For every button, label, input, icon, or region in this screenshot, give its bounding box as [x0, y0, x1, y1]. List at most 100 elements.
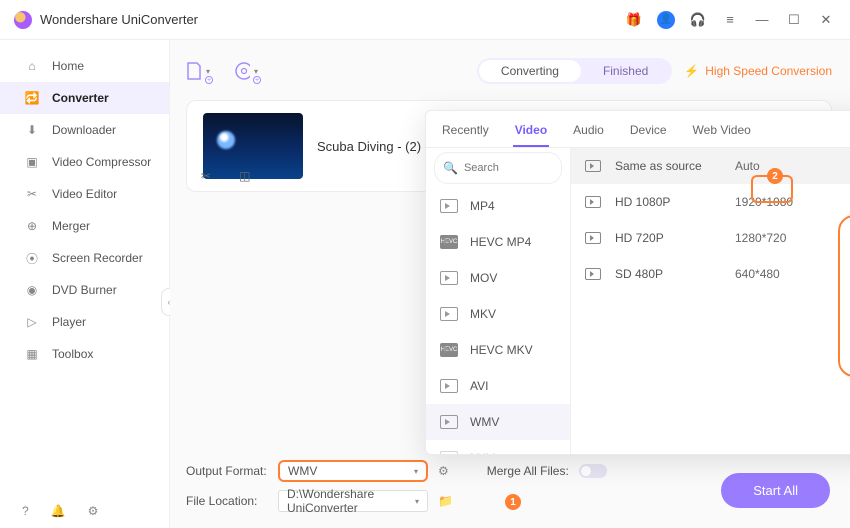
open-folder-icon[interactable]: 📁 — [438, 494, 453, 508]
sidebar-item-label: Downloader — [52, 123, 116, 137]
format-icon — [440, 199, 458, 213]
format-popup: Recently Video Audio Device Web Video 🔍 … — [425, 110, 850, 455]
status-segment: Converting Finished — [477, 58, 672, 84]
tab-web-video[interactable]: Web Video — [691, 119, 753, 147]
main-panel: +▾ +▾ Converting Finished ⚡High Speed Co… — [170, 40, 850, 528]
output-format-label: Output Format: — [186, 464, 268, 478]
annotation-1: 1 — [505, 494, 521, 510]
resolution-icon — [585, 268, 601, 280]
search-input[interactable] — [464, 162, 553, 174]
download-icon: ⬇ — [24, 122, 40, 138]
sidebar-item-recorder[interactable]: ⦿ Screen Recorder — [0, 242, 169, 274]
tab-recently[interactable]: Recently — [440, 119, 491, 147]
sidebar-item-label: Merger — [52, 219, 90, 233]
format-icon — [440, 415, 458, 429]
merge-icon: ⊕ — [24, 218, 40, 234]
resolution-same-as-source[interactable]: Same as sourceAuto✎ — [571, 148, 850, 184]
tab-device[interactable]: Device — [628, 119, 669, 147]
add-disc-button[interactable]: +▾ — [234, 59, 258, 83]
sidebar-item-label: Player — [52, 315, 86, 329]
format-mkv[interactable]: MKV — [426, 296, 570, 332]
tab-converting[interactable]: Converting — [479, 60, 581, 82]
format-search[interactable]: 🔍 — [434, 152, 562, 184]
sidebar-item-editor[interactable]: ✂ Video Editor — [0, 178, 169, 210]
sidebar-item-label: Toolbox — [52, 347, 93, 361]
format-mov[interactable]: MOV — [426, 260, 570, 296]
file-location-label: File Location: — [186, 494, 268, 508]
output-settings-icon[interactable]: ⚙ — [438, 464, 449, 478]
converter-icon: 🔁 — [24, 90, 40, 106]
bolt-icon: ⚡ — [684, 64, 699, 78]
tab-finished[interactable]: Finished — [581, 60, 670, 82]
close-icon[interactable]: ✕ — [816, 10, 836, 30]
format-m4v[interactable]: M4V — [426, 440, 570, 455]
record-icon: ⦿ — [24, 250, 40, 266]
sidebar-item-toolbox[interactable]: ▦ Toolbox — [0, 338, 169, 370]
format-icon — [440, 379, 458, 393]
toolbar: +▾ +▾ Converting Finished ⚡High Speed Co… — [186, 52, 832, 90]
sidebar-item-merger[interactable]: ⊕ Merger — [0, 210, 169, 242]
maximize-icon[interactable]: ☐ — [784, 10, 804, 30]
app-logo-icon — [14, 11, 32, 29]
file-location-select[interactable]: D:\Wondershare UniConverter▾ — [278, 490, 428, 512]
resolution-icon — [585, 232, 601, 244]
bell-icon[interactable]: 🔔 — [51, 504, 66, 518]
output-format-select[interactable]: WMV▾ — [278, 460, 428, 482]
chevron-down-icon: ▾ — [414, 467, 418, 476]
minimize-icon[interactable]: — — [752, 10, 772, 30]
sidebar-item-downloader[interactable]: ⬇ Downloader — [0, 114, 169, 146]
titlebar: Wondershare UniConverter 🎁 👤 🎧 ≡ — ☐ ✕ — [0, 0, 850, 40]
sidebar-item-home[interactable]: ⌂ Home — [0, 50, 169, 82]
sidebar-item-dvd[interactable]: ◉ DVD Burner — [0, 274, 169, 306]
gift-icon[interactable]: 🎁 — [624, 10, 644, 30]
sidebar-item-label: DVD Burner — [52, 283, 117, 297]
format-hevc-mp4[interactable]: HEVCHEVC MP4 — [426, 224, 570, 260]
help-icon[interactable]: ? — [22, 504, 29, 518]
sidebar-item-compressor[interactable]: ▣ Video Compressor — [0, 146, 169, 178]
home-icon: ⌂ — [24, 58, 40, 74]
merge-label: Merge All Files: — [487, 464, 569, 478]
sidebar-item-player[interactable]: ▷ Player — [0, 306, 169, 338]
file-title: Scuba Diving - (2) — [317, 139, 421, 154]
settings-icon[interactable]: ⚙ — [88, 504, 99, 518]
compress-icon: ▣ — [24, 154, 40, 170]
resolution-480p[interactable]: SD 480P640*480✎ — [571, 256, 850, 292]
sidebar-item-label: Video Editor — [52, 187, 117, 201]
disc-icon: ◉ — [24, 282, 40, 298]
format-icon — [440, 307, 458, 321]
merge-toggle[interactable] — [579, 464, 607, 478]
play-icon: ▷ — [24, 314, 40, 330]
format-wmv[interactable]: WMV — [426, 404, 570, 440]
sidebar-item-converter[interactable]: 🔁 Converter — [0, 82, 169, 114]
add-file-button[interactable]: +▾ — [186, 59, 210, 83]
start-all-button[interactable]: Start All — [721, 473, 830, 508]
format-hevc-mkv[interactable]: HEVCHEVC MKV — [426, 332, 570, 368]
format-icon — [440, 271, 458, 285]
sidebar: ⌂ Home 🔁 Converter ⬇ Downloader ▣ Video Comp… — [0, 40, 170, 528]
format-mp4[interactable]: MP4 — [426, 188, 570, 224]
format-avi[interactable]: AVI — [426, 368, 570, 404]
scissors-icon: ✂ — [24, 186, 40, 202]
tab-audio[interactable]: Audio — [571, 119, 606, 147]
format-icon — [440, 451, 458, 455]
format-icon: HEVC — [440, 235, 458, 249]
avatar-icon[interactable]: 👤 — [656, 10, 676, 30]
tab-video[interactable]: Video — [513, 119, 549, 147]
support-icon[interactable]: 🎧 — [688, 10, 708, 30]
chevron-down-icon: ▾ — [415, 497, 419, 506]
sidebar-item-label: Home — [52, 59, 84, 73]
high-speed-link[interactable]: ⚡High Speed Conversion — [684, 64, 832, 78]
resolution-icon — [585, 196, 601, 208]
resolution-720p[interactable]: HD 720P1280*720✎ — [571, 220, 850, 256]
resolution-1080p[interactable]: HD 1080P1920*1080✎ — [571, 184, 850, 220]
format-icon: HEVC — [440, 343, 458, 357]
grid-icon: ▦ — [24, 346, 40, 362]
resolution-icon — [585, 160, 601, 172]
menu-icon[interactable]: ≡ — [720, 10, 740, 30]
cut-icon[interactable]: ✂ — [201, 169, 211, 183]
crop-icon[interactable]: ◫ — [239, 169, 250, 183]
sidebar-item-label: Converter — [52, 91, 109, 105]
app-title: Wondershare UniConverter — [40, 12, 198, 27]
sidebar-item-label: Video Compressor — [52, 155, 151, 169]
sidebar-item-label: Screen Recorder — [52, 251, 143, 265]
